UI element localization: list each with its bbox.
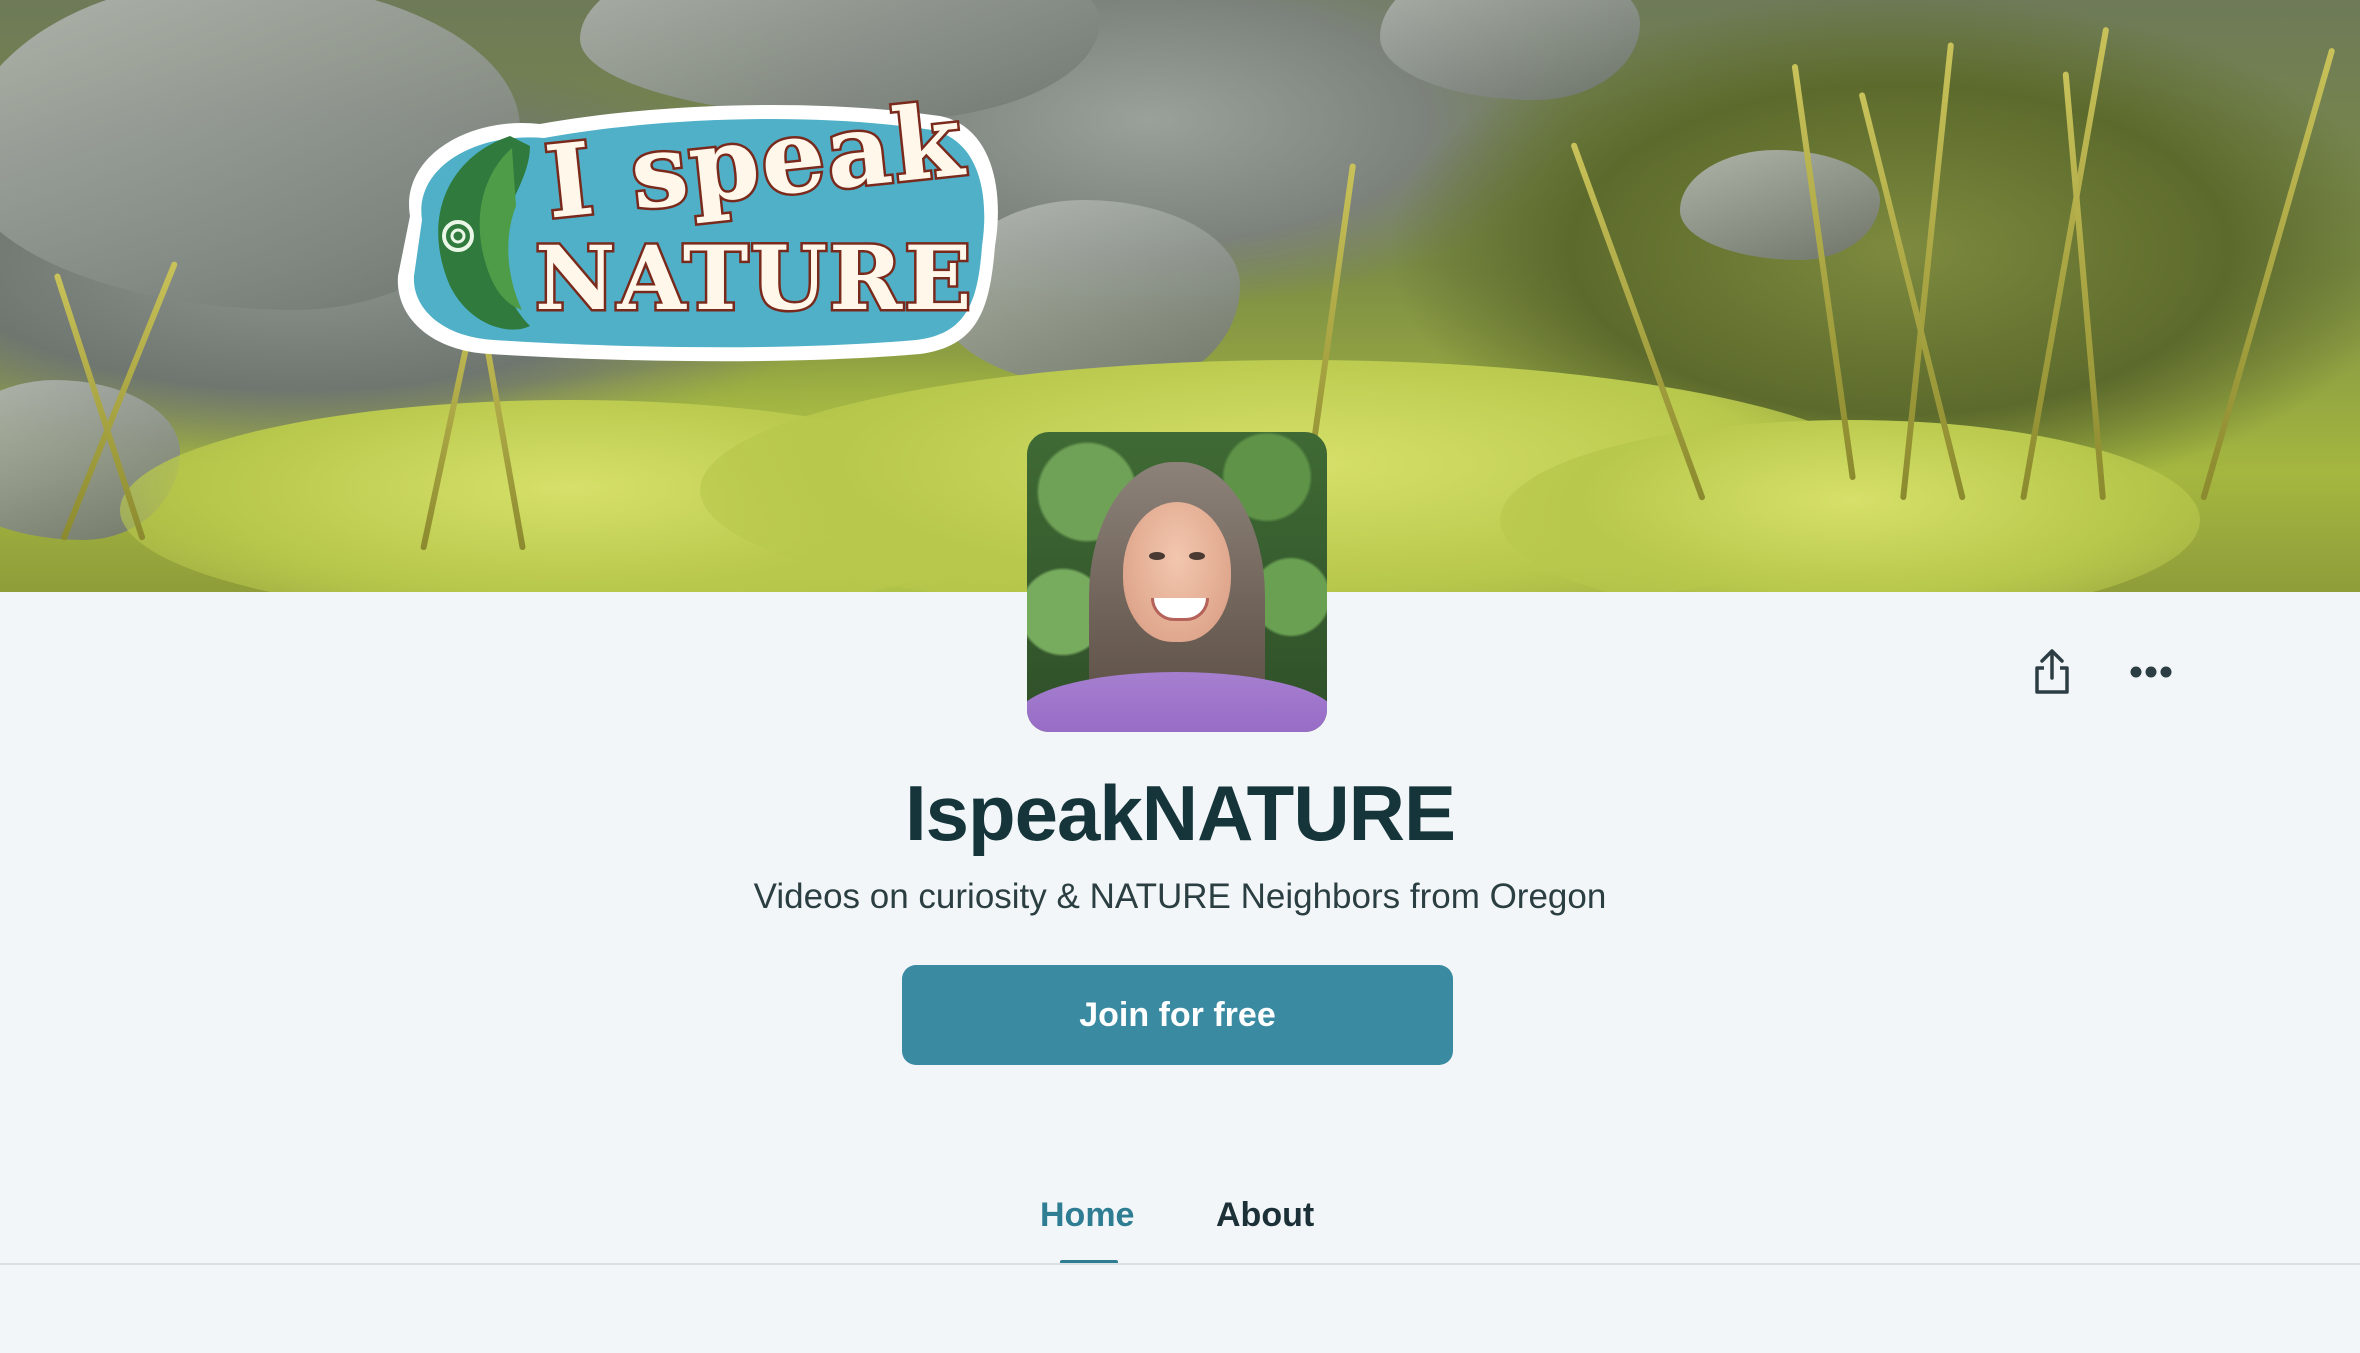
creator-avatar xyxy=(1027,432,1327,732)
logo-line-2: NATURE xyxy=(532,224,974,333)
brand-logo: I speak NATURE xyxy=(380,78,1005,366)
creator-tagline: Videos on curiosity & NATURE Neighbors f… xyxy=(753,877,1607,916)
join-for-free-button[interactable]: Join for free xyxy=(902,965,1453,1065)
more-options-icon xyxy=(2130,666,2172,678)
avatar-face xyxy=(1123,502,1231,642)
tab-home[interactable]: Home xyxy=(1040,1196,1134,1235)
cover-grass xyxy=(2200,47,2336,501)
tabs-divider xyxy=(0,1263,2360,1265)
profile-tabs: Home About xyxy=(0,1180,2360,1265)
share-button[interactable] xyxy=(2020,640,2084,704)
profile-actions xyxy=(2020,640,2360,710)
cover-rock xyxy=(1380,0,1640,100)
share-icon xyxy=(2035,649,2069,694)
tab-about[interactable]: About xyxy=(1216,1196,1314,1235)
avatar-eye xyxy=(1189,552,1205,560)
avatar-shirt xyxy=(1027,672,1327,732)
more-options-button[interactable] xyxy=(2119,640,2183,704)
cover-rock xyxy=(1680,150,1880,260)
avatar-eye xyxy=(1149,552,1165,560)
creator-name: IspeakNATURE xyxy=(904,769,1456,857)
